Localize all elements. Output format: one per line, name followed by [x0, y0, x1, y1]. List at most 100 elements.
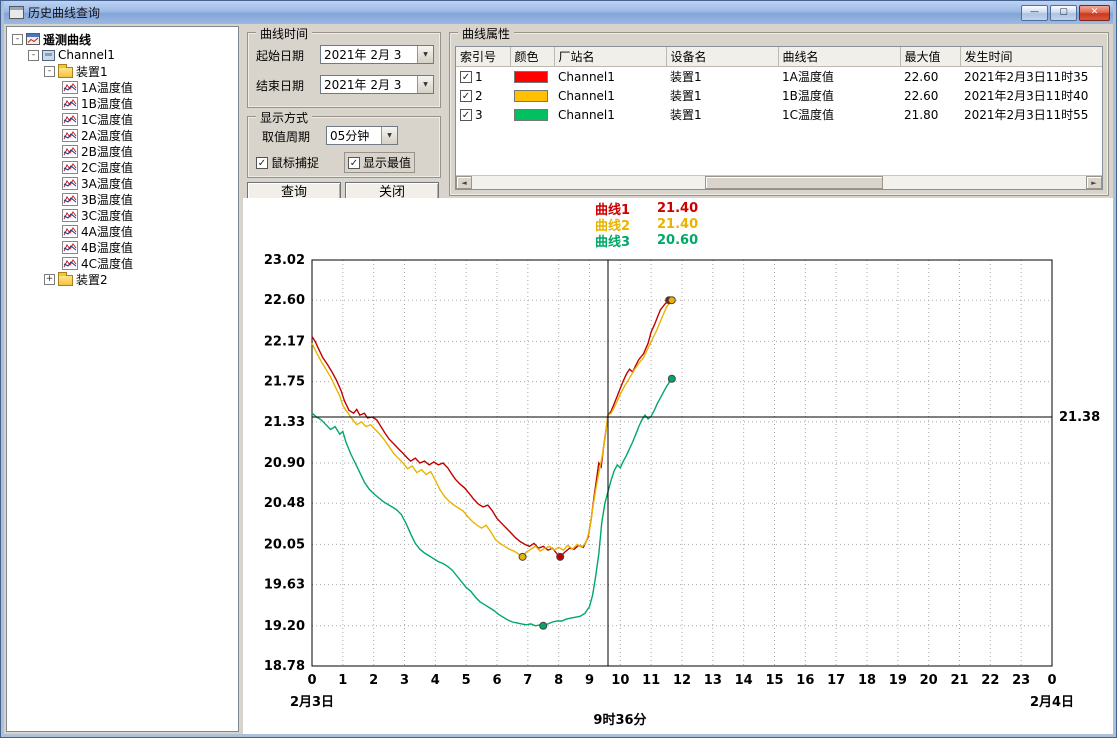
table-row[interactable]: ✓1 Channel1 装置1 1A温度值 22.60 2021年2月3日11时… [456, 67, 1103, 87]
row-curve: 1A温度值 [778, 67, 900, 87]
svg-text:7: 7 [523, 673, 532, 688]
tree-item-curve[interactable]: 2B温度值 [9, 143, 236, 159]
row-checkbox[interactable]: ✓ [460, 71, 472, 83]
svg-text:21.75: 21.75 [264, 375, 305, 390]
period-select[interactable]: 05分钟 ▼ [326, 126, 398, 145]
svg-text:9: 9 [585, 673, 594, 688]
scroll-left-icon[interactable]: ◄ [456, 176, 472, 189]
tree-item-device2[interactable]: + 装置2 [9, 271, 236, 287]
legend-label: 曲线3 [595, 231, 641, 250]
chevron-down-icon[interactable]: ▼ [381, 127, 397, 144]
row-device: 装置1 [666, 86, 778, 105]
svg-text:0: 0 [1047, 673, 1056, 688]
tree-item-curve[interactable]: 4B温度值 [9, 239, 236, 255]
svg-text:10: 10 [611, 673, 629, 688]
period-value: 05分钟 [327, 127, 381, 144]
minimize-button[interactable]: — [1021, 5, 1048, 21]
checkbox-checked-icon[interactable]: ✓ [348, 157, 360, 169]
table-row[interactable]: ✓3 Channel1 装置1 1C温度值 21.80 2021年2月3日11时… [456, 105, 1103, 124]
col-color[interactable]: 颜色 [510, 47, 554, 67]
svg-text:15: 15 [765, 673, 783, 688]
row-checkbox[interactable]: ✓ [460, 90, 472, 102]
curve-icon [62, 209, 78, 222]
svg-text:22.17: 22.17 [264, 334, 305, 349]
col-max[interactable]: 最大值 [900, 47, 960, 67]
curve-icon [62, 225, 78, 238]
start-date-select[interactable]: 2021年 2月 3 ▼ [320, 45, 434, 64]
collapse-icon[interactable]: - [44, 66, 55, 77]
svg-text:3: 3 [400, 673, 409, 688]
svg-text:21.38: 21.38 [1059, 410, 1100, 425]
curve-icon [62, 161, 78, 174]
svg-text:22.60: 22.60 [264, 293, 305, 308]
curve-icon [62, 81, 78, 94]
svg-text:22: 22 [981, 673, 999, 688]
tree-item-curve[interactable]: 1C温度值 [9, 111, 236, 127]
chevron-down-icon[interactable]: ▼ [417, 76, 433, 93]
tree-item-curve[interactable]: 2C温度值 [9, 159, 236, 175]
svg-text:17: 17 [827, 673, 845, 688]
tree-item-curve[interactable]: 3B温度值 [9, 191, 236, 207]
svg-text:20: 20 [920, 673, 938, 688]
collapse-icon[interactable]: - [12, 34, 23, 45]
curve-icon [62, 113, 78, 126]
row-time: 2021年2月3日11时35 [960, 67, 1103, 87]
tree-item-root[interactable]: - 遥测曲线 [9, 31, 236, 47]
col-device[interactable]: 设备名 [666, 47, 778, 67]
table-row[interactable]: ✓2 Channel1 装置1 1B温度值 22.60 2021年2月3日11时… [456, 86, 1103, 105]
chevron-down-icon[interactable]: ▼ [417, 46, 433, 63]
display-mode-group-title: 显示方式 [256, 109, 312, 126]
legend-value: 20.60 [657, 233, 698, 248]
curve-properties-table: 索引号 颜色 厂站名 设备名 曲线名 最大值 发生时间 ✓1 [455, 46, 1103, 190]
tree-item-device1[interactable]: - 装置1 [9, 63, 236, 79]
history-curve-chart[interactable]: 23.0222.6022.1721.7521.3320.9020.4820.05… [243, 248, 1113, 732]
svg-text:5: 5 [462, 673, 471, 688]
tree-item-curve[interactable]: 2A温度值 [9, 127, 236, 143]
tree-item-curve[interactable]: 3A温度值 [9, 175, 236, 191]
row-time: 2021年2月3日11时40 [960, 86, 1103, 105]
col-curve[interactable]: 曲线名 [778, 47, 900, 67]
tree-item-curve[interactable]: 4C温度值 [9, 255, 236, 271]
svg-text:19: 19 [889, 673, 907, 688]
row-checkbox[interactable]: ✓ [460, 109, 472, 121]
tree-item-channel1[interactable]: - Channel1 [9, 47, 236, 63]
tree-channel-label: Channel1 [58, 48, 115, 62]
col-index[interactable]: 索引号 [456, 47, 510, 67]
tree-curve-label: 4A温度值 [81, 223, 133, 240]
legend-value: 21.40 [657, 217, 698, 232]
checkbox-checked-icon[interactable]: ✓ [256, 157, 268, 169]
collapse-icon[interactable]: - [28, 50, 39, 61]
tree-curve-label: 2B温度值 [81, 143, 133, 160]
channel-icon [42, 50, 55, 61]
tree-item-curve[interactable]: 4A温度值 [9, 223, 236, 239]
tree-item-curve[interactable]: 1B温度值 [9, 95, 236, 111]
close-window-button[interactable]: ✕ [1079, 5, 1110, 21]
svg-text:21: 21 [950, 673, 968, 688]
scrollbar-track[interactable] [472, 176, 1086, 189]
display-mode-group: 显示方式 取值周期 05分钟 ▼ ✓ 鼠标捕捉 ✓ 显示最值 [247, 116, 441, 178]
curve-tree: - 遥测曲线 - Channel1 - 装置1 1A温度值 1B温度值 1C温度… [6, 26, 239, 732]
folder-open-icon [58, 67, 73, 78]
scroll-right-icon[interactable]: ► [1086, 176, 1102, 189]
row-index: 2 [475, 89, 483, 103]
col-station[interactable]: 厂站名 [554, 47, 666, 67]
tree-item-curve[interactable]: 3C温度值 [9, 207, 236, 223]
svg-text:23: 23 [1012, 673, 1030, 688]
show-extremes-checkbox[interactable]: ✓ 显示最值 [344, 152, 415, 173]
mouse-capture-checkbox[interactable]: ✓ 鼠标捕捉 [256, 154, 319, 171]
scrollbar-thumb[interactable] [705, 176, 883, 189]
svg-text:8: 8 [554, 673, 563, 688]
horizontal-scrollbar[interactable]: ◄ ► [456, 175, 1102, 189]
col-time[interactable]: 发生时间 [960, 47, 1103, 67]
end-date-select[interactable]: 2021年 2月 3 ▼ [320, 75, 434, 94]
row-time: 2021年2月3日11时55 [960, 105, 1103, 124]
svg-text:19.20: 19.20 [264, 619, 305, 634]
telemetry-curves-icon [26, 33, 40, 45]
maximize-button[interactable]: ▢ [1050, 5, 1077, 21]
tree-item-curve[interactable]: 1A温度值 [9, 79, 236, 95]
color-swatch [514, 109, 548, 121]
expand-icon[interactable]: + [44, 274, 55, 285]
period-label: 取值周期 [262, 128, 310, 145]
title-bar: 历史曲线查询 — ▢ ✕ [4, 1, 1113, 24]
mouse-capture-label: 鼠标捕捉 [271, 154, 319, 171]
